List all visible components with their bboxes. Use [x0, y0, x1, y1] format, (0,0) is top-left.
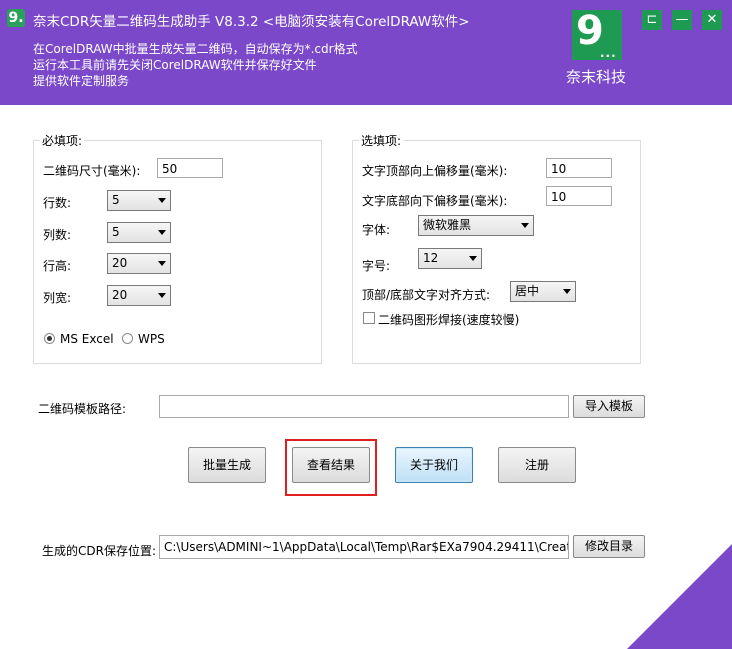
row-height-value: 20	[112, 256, 128, 270]
register-button[interactable]: 注册	[498, 447, 576, 483]
col-width-select[interactable]: 20	[107, 285, 171, 306]
cols-select[interactable]: 5	[107, 222, 171, 243]
rows-label: 行数:	[43, 196, 72, 210]
highlight-box	[285, 439, 377, 496]
radio-excel-label[interactable]: MS Excel	[60, 332, 114, 346]
title-bar: 9. 奈末CDR矢量二维码生成助手 V8.3.2 <电脑须安装有CorelDRA…	[0, 0, 732, 105]
window-title: 奈末CDR矢量二维码生成助手 V8.3.2 <电脑须安装有CorelDRAW软件…	[33, 14, 470, 30]
bottom-offset-input[interactable]: 10	[546, 186, 612, 206]
template-path-input[interactable]	[159, 395, 569, 418]
align-value: 居中	[515, 284, 540, 298]
notice-line-1: 在CorelDRAW中批量生成矢量二维码，自动保存为*.cdr格式	[33, 42, 358, 56]
optional-legend: 选填项:	[359, 132, 404, 149]
chevron-down-icon	[469, 256, 477, 261]
logo-dots: ...	[600, 46, 617, 60]
font-label: 字体:	[362, 223, 391, 237]
fontsize-value: 12	[423, 251, 439, 265]
chevron-down-icon	[158, 261, 166, 266]
app-icon: 9.	[7, 9, 25, 27]
qr-size-label: 二维码尺寸(毫米):	[43, 164, 141, 178]
fontsize-select[interactable]: 12	[418, 248, 482, 269]
company-logo: 9 ...	[572, 8, 622, 60]
required-legend: 必填项:	[40, 132, 85, 149]
pin-button[interactable]: ⊏	[642, 10, 662, 30]
minimize-icon: —	[675, 12, 689, 27]
close-button[interactable]: ✕	[702, 10, 722, 30]
align-label: 顶部/底部文字对齐方式:	[362, 288, 491, 302]
chevron-down-icon	[158, 198, 166, 203]
notice-line-3: 提供软件定制服务	[33, 74, 130, 88]
bottom-offset-label: 文字底部向下偏移量(毫米):	[362, 194, 508, 208]
template-path-label: 二维码模板路径:	[38, 402, 127, 416]
rows-value: 5	[112, 193, 120, 207]
font-select[interactable]: 微软雅黑	[418, 215, 534, 236]
minimize-button[interactable]: —	[672, 10, 692, 30]
row-height-label: 行高:	[43, 259, 72, 273]
top-offset-label: 文字顶部向上偏移量(毫米):	[362, 164, 508, 178]
chevron-down-icon	[563, 289, 571, 294]
company-name: 奈末科技	[566, 68, 627, 86]
fontsize-label: 字号:	[362, 259, 391, 273]
cols-value: 5	[112, 225, 120, 239]
col-width-value: 20	[112, 288, 128, 302]
weld-label[interactable]: 二维码图形焊接(速度较慢)	[378, 311, 519, 328]
import-template-button[interactable]: 导入模板	[573, 395, 645, 418]
about-us-button[interactable]: 关于我们	[395, 447, 473, 483]
batch-generate-button[interactable]: 批量生成	[188, 447, 266, 483]
align-select[interactable]: 居中	[510, 281, 576, 302]
cols-label: 列数:	[43, 228, 72, 242]
chevron-down-icon	[158, 230, 166, 235]
qr-size-input[interactable]: 50	[157, 158, 223, 178]
chevron-down-icon	[521, 223, 529, 228]
row-height-select[interactable]: 20	[107, 253, 171, 274]
output-path-input[interactable]: C:\Users\ADMINI~1\AppData\Local\Temp\Rar…	[159, 535, 569, 559]
notice-line-2: 运行本工具前请先关闭CorelDRAW软件并保存好文件	[33, 58, 317, 72]
col-width-label: 列宽:	[43, 291, 72, 305]
top-offset-input[interactable]: 10	[546, 158, 612, 178]
close-icon: ✕	[706, 12, 718, 27]
weld-checkbox[interactable]	[363, 312, 375, 324]
chevron-down-icon	[158, 293, 166, 298]
radio-wps[interactable]	[122, 333, 133, 344]
font-value: 微软雅黑	[423, 218, 472, 232]
pin-icon: ⊏	[646, 12, 658, 27]
radio-wps-label[interactable]: WPS	[138, 332, 165, 346]
radio-excel[interactable]	[44, 333, 55, 344]
rows-select[interactable]: 5	[107, 190, 171, 211]
website-corner-ribbon[interactable]	[627, 544, 732, 649]
output-path-label: 生成的CDR保存位置:	[42, 544, 157, 558]
